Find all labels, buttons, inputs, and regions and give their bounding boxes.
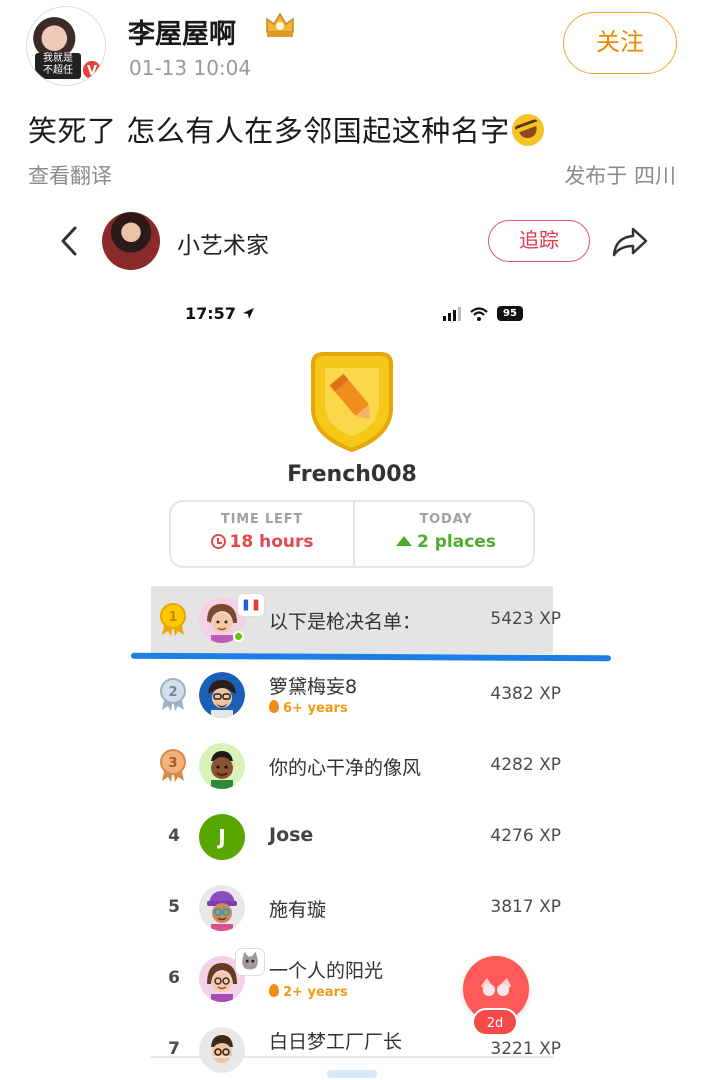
back-arrow-icon[interactable] <box>57 224 83 258</box>
streak-label: 6+ years <box>269 700 348 716</box>
user-avatar <box>199 743 245 789</box>
user-name: 白日梦工厂厂长 <box>269 1031 403 1053</box>
post-timestamp: 01-13 10:04 <box>129 56 252 80</box>
follow-button[interactable]: 关注 <box>563 12 677 74</box>
post-body-text: 笑死了 怎么有人在多邻国起这种名字 <box>28 114 510 148</box>
svg-text:2: 2 <box>168 685 177 700</box>
rofl-emoji-icon <box>507 109 549 151</box>
clock-icon <box>210 534 226 549</box>
up-triangle-icon <box>396 536 413 546</box>
status-time: 17:57 <box>185 304 255 323</box>
streak-label: 2+ years <box>269 984 348 1000</box>
user-name: 箩黛梅妄8 <box>269 676 358 698</box>
leaderboard-row[interactable]: 5 施有璇 3817 XP <box>151 873 561 943</box>
time-left-stat: TIME LEFT 18 hours <box>171 502 353 566</box>
user-xp: 4276 XP <box>490 826 561 846</box>
share-icon[interactable] <box>611 224 649 258</box>
user-name: 施有璇 <box>269 899 327 921</box>
gold-medal-icon: 1 <box>160 603 186 636</box>
time-left-value: 18 hours <box>229 532 314 552</box>
user-xp: 4282 XP <box>490 755 561 775</box>
league-name: French008 <box>287 462 417 487</box>
today-label: TODAY <box>419 512 473 527</box>
league-stats: TIME LEFT 18 hours TODAY 2 places <box>169 500 535 568</box>
user-xp: 5423 XP <box>490 609 561 629</box>
rank-number: 5 <box>168 897 180 917</box>
user-name: 你的心干净的像风 <box>269 757 422 779</box>
leaderboard-row[interactable]: 4 J Jose 4276 XP <box>151 802 561 872</box>
post-body: 笑死了 怎么有人在多邻国起这种名字 <box>28 108 549 151</box>
bronze-medal-icon: 3 <box>160 749 186 782</box>
user-name: 以下是枪决名单： <box>269 611 422 633</box>
cat-badge-icon <box>235 948 265 976</box>
flame-icon <box>269 700 279 713</box>
user-initial-avatar: J <box>199 814 245 860</box>
scroll-indicator <box>327 1070 377 1078</box>
user-xp: 4382 XP <box>490 684 561 704</box>
svg-text:1: 1 <box>168 610 177 625</box>
embedded-user-avatar[interactable] <box>102 212 160 270</box>
bottom-divider <box>151 1056 553 1058</box>
location-arrow-icon <box>242 308 254 319</box>
leaderboard-row[interactable]: 3 你的心干净的像风 4282 XP <box>151 731 561 801</box>
post-location: 发布于 四川 <box>564 164 676 188</box>
author-name[interactable]: 李屋屋啊 <box>128 12 236 51</box>
today-value: 2 places <box>417 532 496 552</box>
embedded-username[interactable]: 小艺术家 <box>177 226 269 260</box>
battery-icon: 95 <box>497 306 523 321</box>
track-button[interactable]: 追踪 <box>488 220 590 262</box>
avatar-caption: 我就是 不超任 <box>35 53 81 79</box>
gold-league-badge-icon <box>311 352 393 453</box>
leaderboard-row[interactable]: 2 箩黛梅妄8 6+ years 4382 XP <box>151 660 561 730</box>
crown-icon <box>266 12 294 37</box>
silver-medal-icon: 2 <box>160 678 186 711</box>
verified-icon: V <box>81 59 103 81</box>
embedded-screenshot[interactable]: 小艺术家 追踪 17:57 95 French008 TIME LEFT 18 … <box>27 210 677 1078</box>
user-avatar <box>199 672 245 718</box>
rank-number: 4 <box>168 826 180 846</box>
user-xp: 3817 XP <box>490 897 561 917</box>
rank-number: 6 <box>168 968 180 988</box>
leaderboard-row[interactable]: 1 以下是枪决名单： 5423 XP <box>151 585 561 655</box>
user-name: Jose <box>269 824 314 846</box>
france-flag-icon <box>237 593 265 617</box>
online-indicator <box>233 631 244 642</box>
today-stat: TODAY 2 places <box>355 502 537 566</box>
user-name: 一个人的阳光 <box>269 960 384 982</box>
translate-link[interactable]: 查看翻译 <box>28 160 112 190</box>
user-avatar <box>199 1027 245 1073</box>
user-avatar <box>199 885 245 931</box>
author-avatar[interactable]: 我就是 不超任 V <box>26 6 106 86</box>
fab-badge: 2d <box>472 1008 518 1036</box>
svg-text:3: 3 <box>168 756 177 771</box>
time-left-label: TIME LEFT <box>220 512 304 527</box>
flame-icon <box>269 984 279 997</box>
